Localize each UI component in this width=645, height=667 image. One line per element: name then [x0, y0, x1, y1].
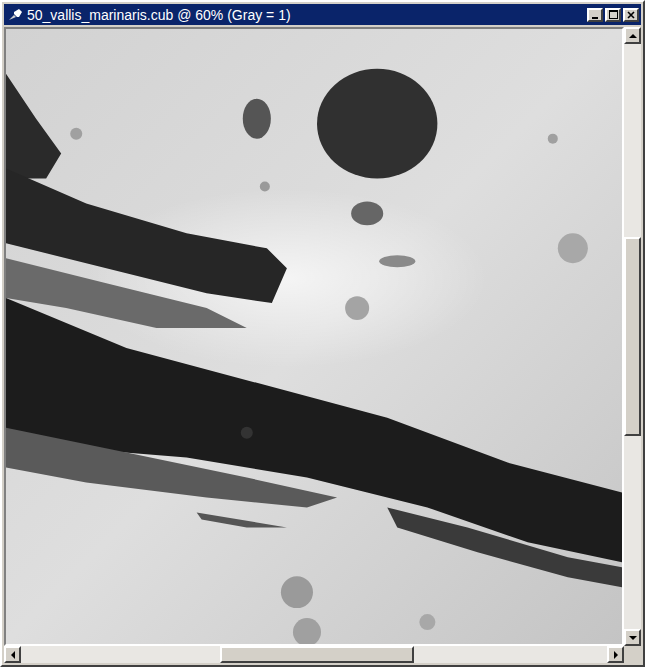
image-view[interactable] [4, 27, 624, 646]
arrow-up-icon [628, 32, 638, 40]
horizontal-scrollbar[interactable] [4, 646, 624, 663]
image-window: 50_vallis_marinaris.cub @ 60% (Gray = 1) [0, 0, 645, 667]
close-button[interactable] [623, 8, 639, 22]
close-icon [627, 11, 635, 19]
arrow-down-icon [628, 634, 638, 642]
window-title: 50_vallis_marinaris.cub @ 60% (Gray = 1) [27, 6, 583, 24]
pin-icon [7, 8, 23, 22]
scroll-track[interactable] [624, 44, 641, 629]
scroll-up-button[interactable] [624, 27, 641, 44]
arrow-right-icon [612, 650, 620, 660]
mars-image [6, 29, 622, 644]
title-bar[interactable]: 50_vallis_marinaris.cub @ 60% (Gray = 1) [4, 4, 641, 25]
arrow-left-icon [9, 650, 17, 660]
minimize-button[interactable] [587, 8, 603, 22]
scroll-right-button[interactable] [607, 646, 624, 663]
scroll-track[interactable] [21, 646, 607, 663]
vertical-scrollbar[interactable] [624, 27, 641, 646]
maximize-icon [609, 10, 618, 19]
scroll-corner [624, 646, 641, 663]
scroll-down-button[interactable] [624, 629, 641, 646]
scroll-thumb[interactable] [624, 237, 641, 436]
scroll-thumb[interactable] [220, 646, 413, 663]
minimize-icon [591, 11, 599, 19]
scroll-left-button[interactable] [4, 646, 21, 663]
maximize-button[interactable] [605, 8, 621, 22]
